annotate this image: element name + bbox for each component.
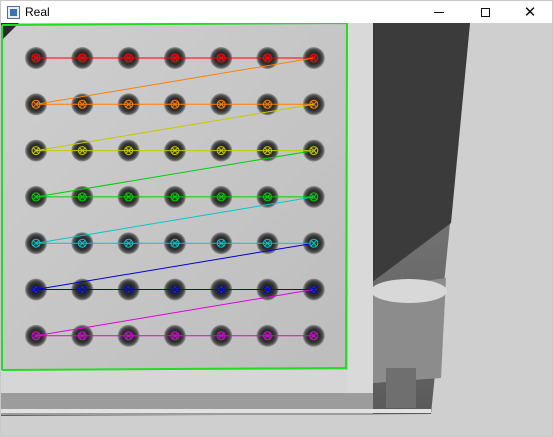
close-button[interactable]: ✕ <box>507 1 552 23</box>
camera-view <box>1 23 552 436</box>
minimize-button[interactable] <box>416 1 462 23</box>
background-object-top <box>371 279 447 303</box>
close-icon: ✕ <box>523 2 537 21</box>
window-app-icon <box>7 5 20 19</box>
background-object-base <box>386 368 416 408</box>
maximize-icon <box>480 7 490 17</box>
board-side-frame <box>347 23 373 393</box>
title-bar[interactable]: Real ✕ <box>1 1 552 23</box>
image-bottom-edge <box>1 409 431 413</box>
board-stand <box>1 368 373 396</box>
minimize-icon <box>434 11 444 13</box>
calibration-image <box>1 23 552 436</box>
window-title: Real <box>25 5 50 19</box>
app-window: Real ✕ <box>0 0 553 437</box>
maximize-button[interactable] <box>462 1 508 23</box>
